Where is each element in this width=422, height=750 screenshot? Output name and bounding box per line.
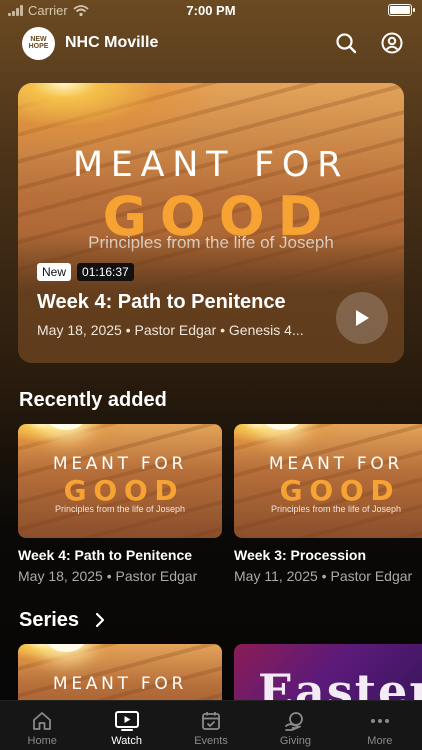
artwork-line1: MEANT FOR bbox=[52, 674, 188, 694]
status-bar: Carrier 7:00 PM bbox=[0, 0, 422, 22]
series-card[interactable]: MEANT FOR bbox=[18, 644, 222, 702]
sermon-card[interactable]: MEANT FOR GOOD Principles from the life … bbox=[234, 424, 422, 584]
play-button[interactable] bbox=[336, 292, 388, 344]
hero-meta: May 18, 2025 • Pastor Edgar • Genesis 4.… bbox=[37, 322, 304, 338]
artwork-line3: Principles from the life of Joseph bbox=[270, 504, 402, 514]
tab-watch[interactable]: Watch bbox=[84, 701, 168, 750]
artwork-line1: MEANT FOR bbox=[268, 454, 404, 474]
giving-icon bbox=[285, 712, 304, 731]
artwork-line2: GOOD bbox=[279, 474, 401, 507]
duration-badge: 01:16:37 bbox=[77, 263, 134, 281]
user-circle-icon bbox=[381, 32, 403, 54]
series-see-all-button[interactable] bbox=[95, 612, 105, 633]
sermon-card-artwork: MEANT FOR GOOD Principles from the life … bbox=[234, 424, 422, 538]
sermon-card-artwork: MEANT FOR GOOD Principles from the life … bbox=[18, 424, 222, 538]
sun-graphic bbox=[46, 424, 85, 430]
tab-bar: Home Watch Events Giving More bbox=[0, 700, 422, 750]
tab-watch-label: Watch bbox=[111, 735, 142, 747]
series-heading: Series bbox=[19, 609, 80, 631]
featured-sermon-card[interactable]: MEANT FOR GOOD Principles from the life … bbox=[18, 83, 404, 363]
battery-icon bbox=[388, 4, 415, 16]
recently-added-heading: Recently added bbox=[19, 389, 167, 411]
tab-more-label: More bbox=[367, 735, 393, 747]
church-logo: NEW HOPE bbox=[22, 26, 55, 60]
sermon-card-meta: May 11, 2025 • Pastor Edgar bbox=[234, 568, 413, 584]
hero-title: Week 4: Path to Penitence bbox=[37, 291, 286, 313]
tab-home[interactable]: Home bbox=[0, 701, 84, 750]
artwork-line1: MEANT FOR bbox=[52, 454, 188, 474]
play-icon bbox=[356, 310, 369, 326]
app-title: NHC Moville bbox=[65, 34, 159, 51]
new-badge: New bbox=[37, 263, 72, 281]
more-icon bbox=[370, 719, 389, 723]
sun-graphic bbox=[46, 644, 85, 652]
status-time: 7:00 PM bbox=[186, 3, 236, 18]
chevron-right-icon bbox=[95, 612, 105, 628]
series-list: MEANT FOR Easter bbox=[18, 644, 422, 702]
sermon-card[interactable]: MEANT FOR GOOD Principles from the life … bbox=[18, 424, 222, 584]
tab-more[interactable]: More bbox=[338, 701, 422, 750]
tab-giving[interactable]: Giving bbox=[253, 701, 337, 750]
search-icon bbox=[336, 33, 357, 54]
artwork-line1: MEANT FOR bbox=[72, 145, 350, 185]
tab-home-label: Home bbox=[27, 735, 57, 747]
profile-button[interactable] bbox=[380, 31, 404, 55]
tab-events[interactable]: Events bbox=[169, 701, 253, 750]
artwork-line2: GOOD bbox=[63, 474, 185, 507]
easter-artwork-text: Easter bbox=[258, 664, 422, 702]
tab-giving-label: Giving bbox=[279, 735, 312, 747]
tab-events-label: Events bbox=[194, 735, 228, 747]
hero-badges: New 01:16:37 bbox=[37, 263, 134, 281]
sermon-card-title: Week 4: Path to Penitence bbox=[18, 547, 193, 563]
sermon-card-title: Week 3: Procession bbox=[234, 547, 367, 563]
sermon-card-meta: May 18, 2025 • Pastor Edgar bbox=[18, 568, 198, 584]
artwork-line3: Principles from the life of Joseph bbox=[54, 504, 186, 514]
series-card[interactable]: Easter bbox=[234, 644, 422, 702]
home-icon bbox=[33, 712, 52, 730]
recently-added-list: MEANT FOR GOOD Principles from the life … bbox=[18, 424, 422, 584]
search-button[interactable] bbox=[334, 31, 358, 55]
header-actions bbox=[334, 31, 404, 55]
tv-play-icon bbox=[114, 711, 139, 731]
app-header: NEW HOPE NHC Moville bbox=[22, 26, 404, 60]
sun-graphic bbox=[262, 424, 301, 430]
calendar-icon bbox=[202, 712, 220, 730]
